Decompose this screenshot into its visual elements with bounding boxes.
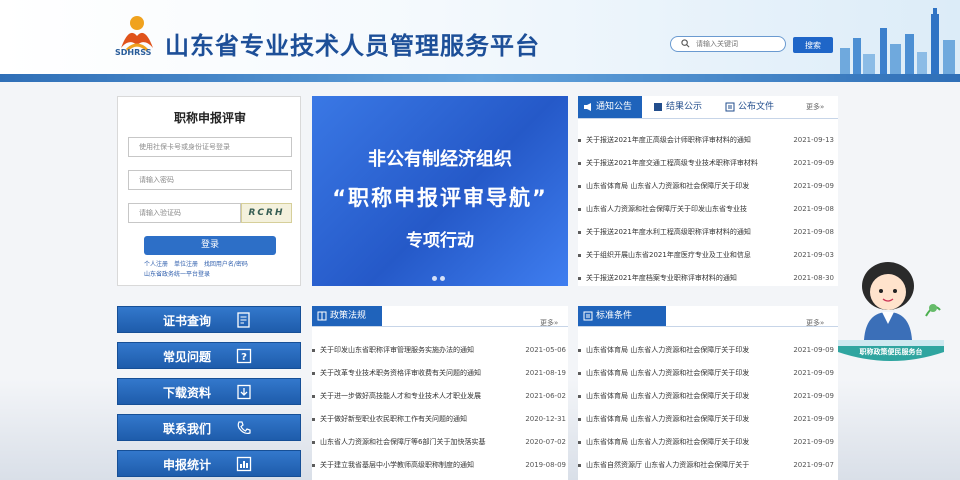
banner-line-2: “职称申报评审导航” [332, 186, 548, 210]
list-item[interactable]: 山东省体育局 山东省人力资源和社会保障厅关于印发 2021-09-09 [578, 367, 834, 379]
statistics-button[interactable]: 申报统计 [117, 450, 301, 477]
question-icon: ? [236, 348, 252, 364]
list-item[interactable]: 关于建立我省基层中小学教师高级职称制度的通知 2019-08-09 [312, 459, 566, 471]
faq-button[interactable]: 常见问题 ? [117, 342, 301, 369]
list-item[interactable]: 关于报送2021年度正高级会计师职称评审材料的通知 2021-09-13 [578, 134, 834, 146]
header-stripe [0, 74, 960, 82]
list-item[interactable]: 关于改革专业技术职务资格评审收费有关问题的通知 2021-08-19 [312, 367, 566, 379]
more-link[interactable]: 更多» [806, 102, 824, 112]
book-icon [317, 311, 327, 321]
svg-text:?: ? [241, 352, 247, 363]
captcha-field[interactable]: 请输入验证码 [128, 203, 241, 223]
promo-banner[interactable]: 非公有制经济组织 “职称申报评审导航” 专项行动 [312, 96, 568, 286]
notice-panel: 通知公告 结果公示 公布文件 更多» 关于报送2021年度正高级会计师职称评审材… [578, 96, 838, 286]
mascot-illustration [838, 262, 944, 361]
list-item[interactable]: 山东省人力资源和社会保障厅关于印发山东省专业技 2021-09-08 [578, 203, 834, 215]
download-button[interactable]: 下载资料 [117, 378, 301, 405]
list-item[interactable]: 关于印发山东省职称评审管理服务实施办法的通知 2021-05-06 [312, 344, 566, 356]
list-item[interactable]: 关于报送2021年度档案专业职称评审材料的通知 2021-08-30 [578, 272, 834, 284]
login-title: 职称申报评审 [173, 111, 246, 125]
standards-panel: 标准条件 更多» 山东省体育局 山东省人力资源和社会保障厅关于印发 2021-09… [578, 306, 838, 480]
recover-account-link[interactable]: 找回用户名/密码 [204, 261, 248, 268]
password-field[interactable]: 请输入密码 [128, 170, 292, 190]
carousel-dots[interactable] [432, 266, 448, 285]
divider [578, 326, 838, 327]
login-panel: 职称申报评审 使用社保卡号或身份证号登录 请输入密码 请输入验证码 RCRH 登… [117, 96, 301, 286]
search-box[interactable] [670, 36, 786, 52]
list-item[interactable]: 山东省体育局 山东省人力资源和社会保障厅关于印发 2021-09-09 [578, 436, 834, 448]
city-skyline-illustration [840, 8, 955, 76]
list-item[interactable]: 关于组织开展山东省2021年度医疗专业及工业和信息 2021-09-03 [578, 249, 834, 261]
divider [578, 118, 838, 119]
list-item[interactable]: 山东省人力资源和社会保障厅等6部门关于加快落实基 2020-07-02 [312, 436, 566, 448]
search-input[interactable] [696, 38, 778, 50]
list-item[interactable]: 关于报送2021年度交通工程高级专业技术职称评审材料 2021-09-09 [578, 157, 834, 169]
tab-notices[interactable]: 通知公告 [578, 96, 642, 118]
list-item[interactable]: 山东省体育局 山东省人力资源和社会保障厅关于印发 2021-09-09 [578, 413, 834, 425]
list-item[interactable]: 山东省体育局 山东省人力资源和社会保障厅关于印发 2021-09-09 [578, 344, 834, 356]
username-field[interactable]: 使用社保卡号或身份证号登录 [128, 137, 292, 157]
list-item[interactable]: 山东省自然资源厅 山东省人力资源和社会保障厅关于 2021-09-07 [578, 459, 834, 471]
banner-line-1: 非公有制经济组织 [368, 149, 512, 170]
list-item[interactable]: 山东省体育局 山东省人力资源和社会保障厅关于印发 2021-09-09 [578, 390, 834, 402]
divider [312, 326, 568, 327]
login-button[interactable]: 登录 [144, 236, 276, 255]
login-links: 个人注册 单位注册 找回用户名/密码 山东省政务统一平台登录 [144, 260, 298, 280]
notice-icon [584, 103, 591, 111]
tab-files[interactable]: 公布文件 [720, 96, 786, 118]
search-button[interactable]: 搜索 [793, 37, 833, 53]
list-icon [583, 311, 593, 321]
register-personal-link[interactable]: 个人注册 [144, 261, 168, 268]
certificate-query-button[interactable]: 证书查询 [117, 306, 301, 333]
tab-results[interactable]: 结果公示 [648, 96, 714, 118]
download-icon [237, 384, 251, 400]
captcha-image[interactable]: RCRH [241, 203, 292, 223]
carousel-dot[interactable] [432, 276, 437, 281]
file-icon [725, 102, 735, 112]
list-item[interactable]: 关于进一步做好高技能人才和专业技术人才职业发展 2021-06-02 [312, 390, 566, 402]
list-item[interactable]: 山东省体育局 山东省人力资源和社会保障厅关于印发 2021-09-09 [578, 180, 834, 192]
search-icon [681, 39, 690, 48]
document-icon [654, 103, 662, 111]
chart-icon [236, 456, 252, 472]
contact-button[interactable]: 联系我们 [117, 414, 301, 441]
logo-text: SDHRSS [115, 48, 152, 57]
section-title-policy: 政策法规 [312, 306, 382, 326]
service-desk-mascot[interactable]: 职称政策便民服务台 [836, 254, 946, 380]
certificate-icon [237, 312, 250, 328]
phone-icon [237, 421, 251, 435]
site-title: 山东省专业技术人员管理服务平台 [165, 32, 540, 60]
banner-line-3: 专项行动 [406, 231, 474, 251]
service-desk-label: 职称政策便民服务台 [859, 348, 923, 356]
gov-login-link[interactable]: 山东省政务统一平台登录 [144, 271, 210, 278]
policy-panel: 政策法规 更多» 关于印发山东省职称评审管理服务实施办法的通知 2021-05-0… [312, 306, 568, 480]
carousel-dot[interactable] [440, 276, 445, 281]
list-item[interactable]: 关于做好新型职业农民职称工作有关问题的通知 2020-12-31 [312, 413, 566, 425]
site-header: SDHRSS 山东省专业技术人员管理服务平台 搜索 [0, 0, 960, 78]
register-unit-link[interactable]: 单位注册 [174, 261, 198, 268]
section-title-standards: 标准条件 [578, 306, 666, 326]
list-item[interactable]: 关于报送2021年度水利工程高级职称评审材料的通知 2021-09-08 [578, 226, 834, 238]
